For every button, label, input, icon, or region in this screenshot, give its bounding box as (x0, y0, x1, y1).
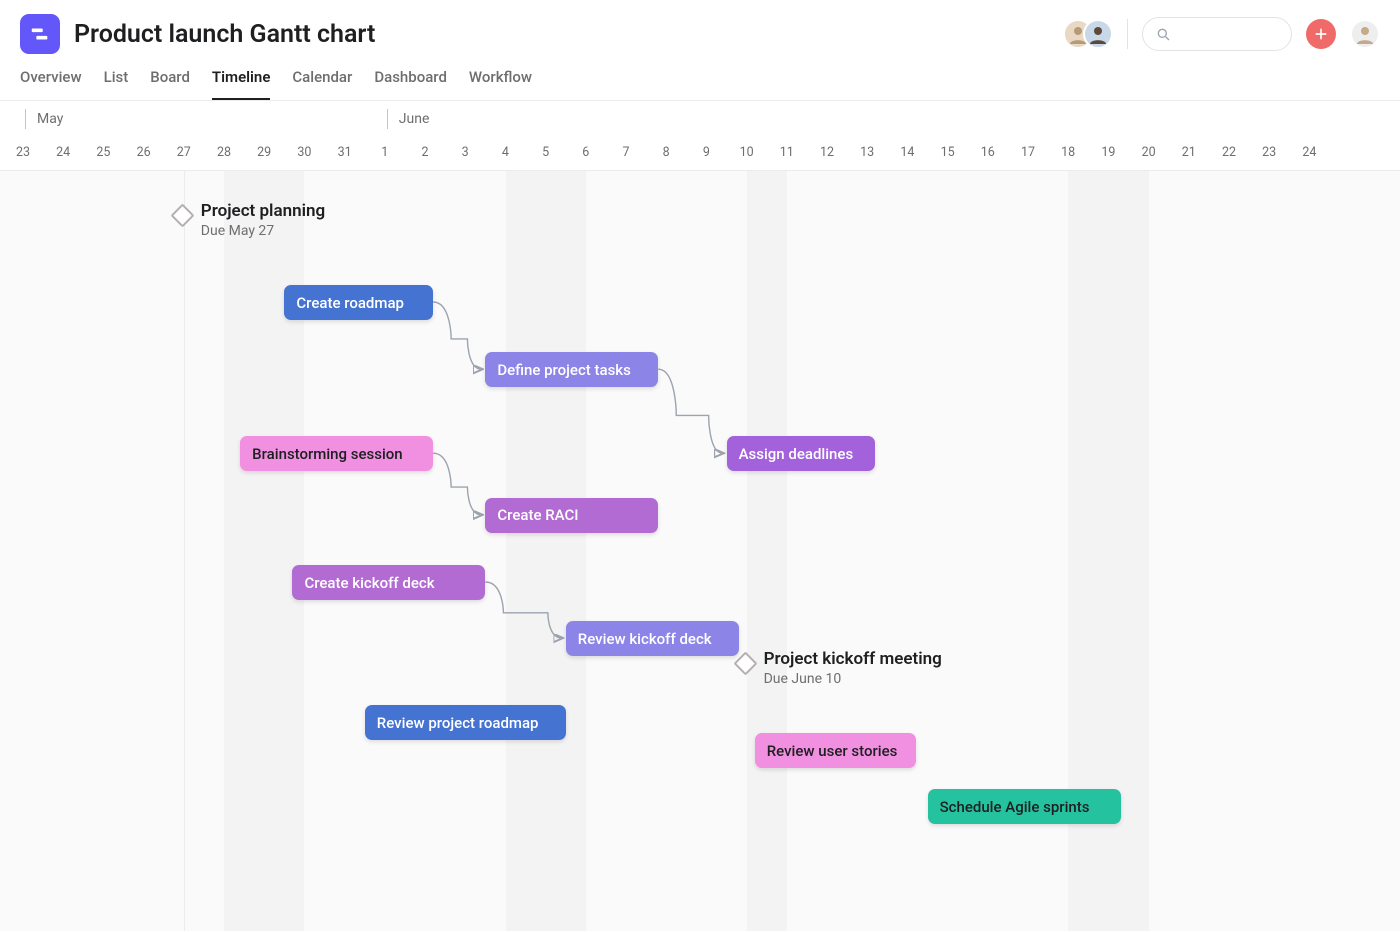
task-create-roadmap[interactable]: Create roadmap (284, 285, 433, 320)
month-strip: May June (0, 101, 1400, 137)
weekend-shade (747, 171, 787, 931)
date-cell[interactable]: 29 (257, 145, 271, 160)
date-cell[interactable]: 10 (740, 145, 754, 160)
task-review-kickoff-deck[interactable]: Review kickoff deck (566, 621, 739, 656)
weekend-shade (506, 171, 586, 931)
avatar[interactable] (1083, 19, 1113, 49)
search-input[interactable] (1142, 17, 1292, 51)
app-icon[interactable] (20, 14, 60, 54)
date-cell[interactable]: 5 (542, 145, 549, 160)
header: Product launch Gantt chart (0, 0, 1400, 54)
gantt-icon (29, 23, 51, 45)
task-review-user-stories[interactable]: Review user stories (755, 733, 916, 768)
task-review-roadmap[interactable]: Review project roadmap (365, 705, 566, 740)
milestone-subtitle: Due June 10 (764, 671, 942, 687)
date-cell[interactable]: 2 (421, 145, 428, 160)
date-cell[interactable]: 7 (622, 145, 629, 160)
tab-board[interactable]: Board (150, 68, 190, 100)
gantt-canvas[interactable]: Project planning Due May 27 Project kickof… (0, 171, 1400, 931)
date-cell[interactable]: 13 (860, 145, 874, 160)
view-tabs: Overview List Board Timeline Calendar Dashboa… (0, 54, 1400, 101)
task-assign-deadlines[interactable]: Assign deadlines (727, 436, 876, 471)
search-icon (1155, 26, 1171, 42)
date-cell[interactable]: 22 (1222, 145, 1236, 160)
date-cell[interactable]: 1 (381, 145, 388, 160)
task-brainstorming[interactable]: Brainstorming session (240, 436, 433, 471)
user-avatar[interactable] (1350, 19, 1380, 49)
tab-list[interactable]: List (104, 68, 129, 100)
date-cell[interactable]: 6 (582, 145, 589, 160)
plus-icon (1313, 26, 1329, 42)
tab-workflow[interactable]: Workflow (469, 68, 532, 100)
date-cell[interactable]: 11 (780, 145, 794, 160)
month-tick (25, 109, 26, 129)
date-cell[interactable]: 24 (56, 145, 70, 160)
task-create-raci[interactable]: Create RACI (485, 498, 658, 533)
date-cell[interactable]: 3 (462, 145, 469, 160)
milestone-title: Project kickoff meeting (764, 649, 942, 669)
date-cell[interactable]: 27 (177, 145, 191, 160)
separator (1127, 19, 1128, 49)
task-create-kickoff-deck[interactable]: Create kickoff deck (292, 565, 485, 600)
gridline (184, 171, 185, 931)
milestone-title: Project planning (201, 201, 325, 221)
tab-dashboard[interactable]: Dashboard (374, 68, 447, 100)
date-cell[interactable]: 12 (820, 145, 834, 160)
date-cell[interactable]: 18 (1061, 145, 1075, 160)
date-cell[interactable]: 4 (502, 145, 509, 160)
header-actions (1063, 17, 1380, 51)
page-title: Product launch Gantt chart (74, 20, 375, 49)
date-cell[interactable]: 24 (1302, 145, 1316, 160)
date-strip[interactable]: 2324252627282930311234567891011121314151… (0, 137, 1400, 171)
milestone[interactable]: Project kickoff meeting Due June 10 (737, 649, 942, 687)
task-schedule-sprints[interactable]: Schedule Agile sprints (928, 789, 1121, 824)
month-label: May (37, 111, 63, 127)
date-cell[interactable]: 25 (96, 145, 110, 160)
date-cell[interactable]: 23 (16, 145, 30, 160)
date-cell[interactable]: 16 (981, 145, 995, 160)
tab-timeline[interactable]: Timeline (212, 68, 270, 100)
milestone-icon (170, 203, 194, 227)
month-label: June (399, 111, 430, 127)
task-define-project-tasks[interactable]: Define project tasks (485, 352, 658, 387)
add-button[interactable] (1306, 19, 1336, 49)
milestone-subtitle: Due May 27 (201, 223, 325, 239)
date-cell[interactable]: 23 (1262, 145, 1276, 160)
tab-overview[interactable]: Overview (20, 68, 82, 100)
date-cell[interactable]: 26 (137, 145, 151, 160)
month-tick (387, 109, 388, 129)
date-cell[interactable]: 31 (338, 145, 352, 160)
date-cell[interactable]: 30 (297, 145, 311, 160)
date-cell[interactable]: 20 (1142, 145, 1156, 160)
date-cell[interactable]: 8 (663, 145, 670, 160)
date-cell[interactable]: 14 (900, 145, 914, 160)
milestone[interactable]: Project planning Due May 27 (174, 201, 325, 239)
date-cell[interactable]: 15 (941, 145, 955, 160)
date-cell[interactable]: 9 (703, 145, 710, 160)
dependency-lines (0, 171, 1400, 931)
date-cell[interactable]: 19 (1101, 145, 1115, 160)
member-avatars[interactable] (1063, 19, 1113, 49)
tab-calendar[interactable]: Calendar (292, 68, 352, 100)
date-cell[interactable]: 21 (1182, 145, 1196, 160)
date-cell[interactable]: 17 (1021, 145, 1035, 160)
milestone-icon (733, 651, 757, 675)
date-cell[interactable]: 28 (217, 145, 231, 160)
